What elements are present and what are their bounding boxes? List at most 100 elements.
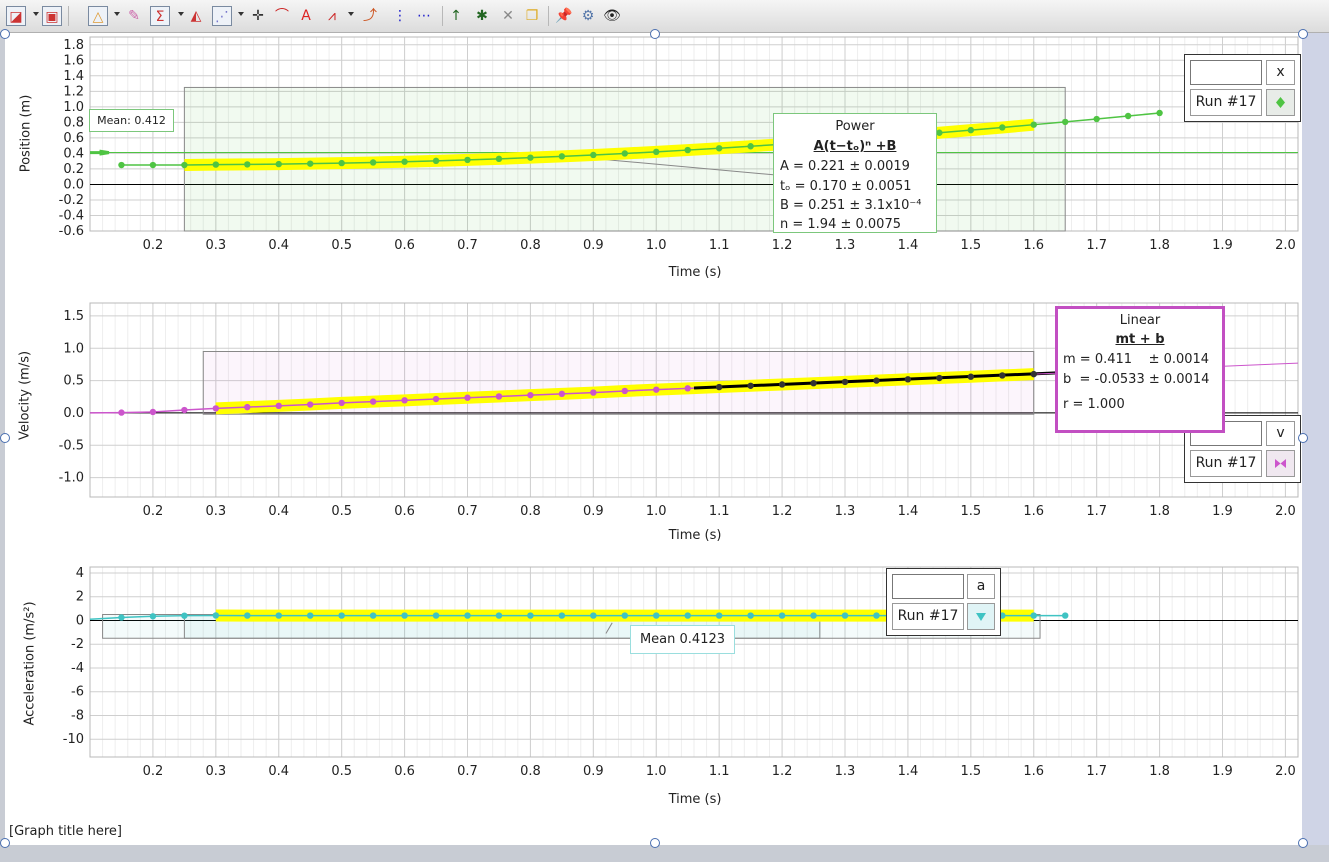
bowtie-marker-icon bbox=[1275, 459, 1286, 468]
examine-icon[interactable]: ✛ bbox=[248, 6, 268, 26]
y-tick-label: 1.2 bbox=[63, 84, 84, 99]
data-point bbox=[1062, 612, 1069, 619]
x-tick-label: 0.8 bbox=[520, 504, 541, 519]
data-point bbox=[401, 158, 408, 165]
x-tick-label: 1.7 bbox=[1086, 764, 1107, 779]
velocity-key-var[interactable]: v bbox=[1266, 421, 1295, 446]
graph-options-icon[interactable]: △ bbox=[88, 6, 108, 26]
y-tick-label: 0.0 bbox=[63, 177, 84, 192]
y-tick-label: 1.6 bbox=[63, 53, 84, 68]
x-tick-label: 1.0 bbox=[646, 238, 667, 253]
position-key-box: x Run #17 bbox=[1184, 54, 1301, 122]
velocity-key-marker[interactable] bbox=[1266, 450, 1295, 477]
acceleration-key-var[interactable]: a bbox=[967, 574, 995, 599]
data-point bbox=[432, 157, 440, 165]
toolbar-separator bbox=[442, 6, 443, 26]
fft-icon[interactable]: ⩘ bbox=[322, 6, 342, 26]
data-point bbox=[118, 161, 125, 169]
position-mean-label[interactable]: Mean: 0.412 bbox=[89, 109, 174, 132]
dropdown-arrow-icon[interactable] bbox=[33, 12, 39, 16]
integral-icon[interactable]: ◭ bbox=[186, 6, 206, 26]
interpolate-icon[interactable]: ⋮ bbox=[390, 6, 410, 26]
data-point bbox=[181, 406, 188, 414]
x-tick-label: 1.1 bbox=[709, 238, 730, 253]
dropdown-arrow-icon[interactable] bbox=[348, 12, 354, 16]
data-point bbox=[275, 160, 282, 168]
pin-icon[interactable]: 📌 bbox=[554, 6, 574, 26]
x-tick-label: 1.7 bbox=[1086, 504, 1107, 519]
resize-handle[interactable] bbox=[1298, 433, 1308, 443]
resize-handle[interactable] bbox=[0, 838, 10, 848]
position-xlabel: Time (s) bbox=[668, 265, 722, 280]
position-key-var[interactable]: x bbox=[1266, 60, 1295, 85]
data-point bbox=[810, 612, 817, 619]
settings-icon[interactable]: ⚙ bbox=[578, 6, 598, 26]
data-point bbox=[747, 143, 754, 150]
y-tick-label: -0.2 bbox=[59, 193, 84, 208]
duplicate-icon[interactable]: ❐ bbox=[522, 6, 542, 26]
data-point bbox=[810, 379, 817, 387]
resize-handle[interactable] bbox=[1298, 29, 1308, 39]
resize-handle[interactable] bbox=[650, 838, 660, 848]
velocity-key-run[interactable]: Run #17 bbox=[1190, 450, 1262, 477]
curve-fit-icon[interactable]: ⋰ bbox=[212, 6, 232, 26]
acceleration-key-run[interactable]: Run #17 bbox=[892, 603, 964, 630]
tangent-icon[interactable]: ⌒ bbox=[272, 6, 292, 26]
position-key-marker[interactable] bbox=[1266, 89, 1295, 116]
x-tick-label: 0.3 bbox=[205, 504, 226, 519]
y-tick-label: 1.0 bbox=[63, 100, 84, 115]
power-fit-box[interactable]: Power A(t−tₒ)ⁿ +B A = 0.221 ± 0.0019 tₒ … bbox=[773, 113, 937, 233]
data-point bbox=[212, 405, 220, 412]
fit-param: tₒ = 0.170 ± 0.0051 bbox=[780, 179, 912, 194]
dropdown-arrow-icon[interactable] bbox=[238, 12, 244, 16]
x-tick-label: 0.5 bbox=[331, 764, 352, 779]
origin-icon[interactable]: ↑ bbox=[446, 6, 466, 26]
acceleration-key-field[interactable] bbox=[892, 574, 964, 599]
annotation-icon[interactable]: A bbox=[296, 6, 316, 26]
slope-icon[interactable]: ⤴ bbox=[360, 6, 380, 26]
y-tick-label: -0.5 bbox=[59, 438, 84, 453]
y-tick-label: -0.6 bbox=[59, 224, 84, 239]
y-tick-label: -4 bbox=[71, 661, 84, 676]
resize-handle[interactable] bbox=[0, 433, 10, 443]
y-tick-label: 0.0 bbox=[63, 406, 84, 421]
data-point bbox=[936, 374, 943, 382]
x-tick-label: 0.4 bbox=[268, 238, 289, 253]
data-point bbox=[747, 612, 754, 619]
chart-2: 0.2 0.3 0.4 0.5 0.6 0.7 0.8 0.9 1.0 1.1 1.2 1.3 1.4 1… bbox=[63, 566, 1299, 779]
statistics-icon[interactable]: Σ bbox=[150, 6, 170, 26]
data-point bbox=[212, 612, 220, 619]
x-tick-label: 0.3 bbox=[205, 764, 226, 779]
x-tick-label: 1.3 bbox=[835, 504, 856, 519]
data-point bbox=[841, 612, 849, 619]
new-graph-icon[interactable]: ◪ bbox=[6, 6, 26, 26]
resize-handle[interactable] bbox=[1298, 838, 1308, 848]
data-point bbox=[244, 612, 251, 619]
delta-icon[interactable]: ⋯ bbox=[414, 6, 434, 26]
x-tick-label: 1.0 bbox=[646, 764, 667, 779]
x-tick-label: 1.5 bbox=[960, 764, 981, 779]
acceleration-mean-label[interactable]: Mean 0.4123 bbox=[630, 625, 735, 654]
linear-fit-box[interactable]: Linear mt + b m = 0.411 ± 0.0014 b = -0.… bbox=[1055, 306, 1225, 433]
dropdown-arrow-icon[interactable] bbox=[114, 12, 120, 16]
eye-icon[interactable]: 👁 bbox=[602, 6, 622, 26]
data-point bbox=[275, 612, 282, 619]
data-point bbox=[369, 612, 377, 619]
data-point bbox=[1062, 118, 1069, 126]
highlighter-icon[interactable]: ✎ bbox=[124, 6, 144, 26]
strike-through-icon[interactable]: ✱ bbox=[472, 6, 492, 26]
graph-title[interactable]: [Graph title here] bbox=[9, 824, 122, 839]
acceleration-key-marker[interactable] bbox=[967, 603, 995, 630]
graph-layout-icon[interactable]: ▣ bbox=[42, 6, 62, 26]
x-tick-label: 1.1 bbox=[709, 504, 730, 519]
resize-handle[interactable] bbox=[650, 29, 660, 39]
resize-handle[interactable] bbox=[0, 29, 10, 39]
dropdown-arrow-icon[interactable] bbox=[178, 12, 184, 16]
data-point bbox=[432, 395, 440, 403]
data-point bbox=[841, 378, 849, 386]
position-key-run[interactable]: Run #17 bbox=[1190, 89, 1262, 116]
data-point bbox=[149, 613, 157, 620]
data-point bbox=[244, 161, 251, 168]
position-key-field[interactable] bbox=[1190, 60, 1262, 85]
delete-icon[interactable]: ✕ bbox=[498, 6, 518, 26]
